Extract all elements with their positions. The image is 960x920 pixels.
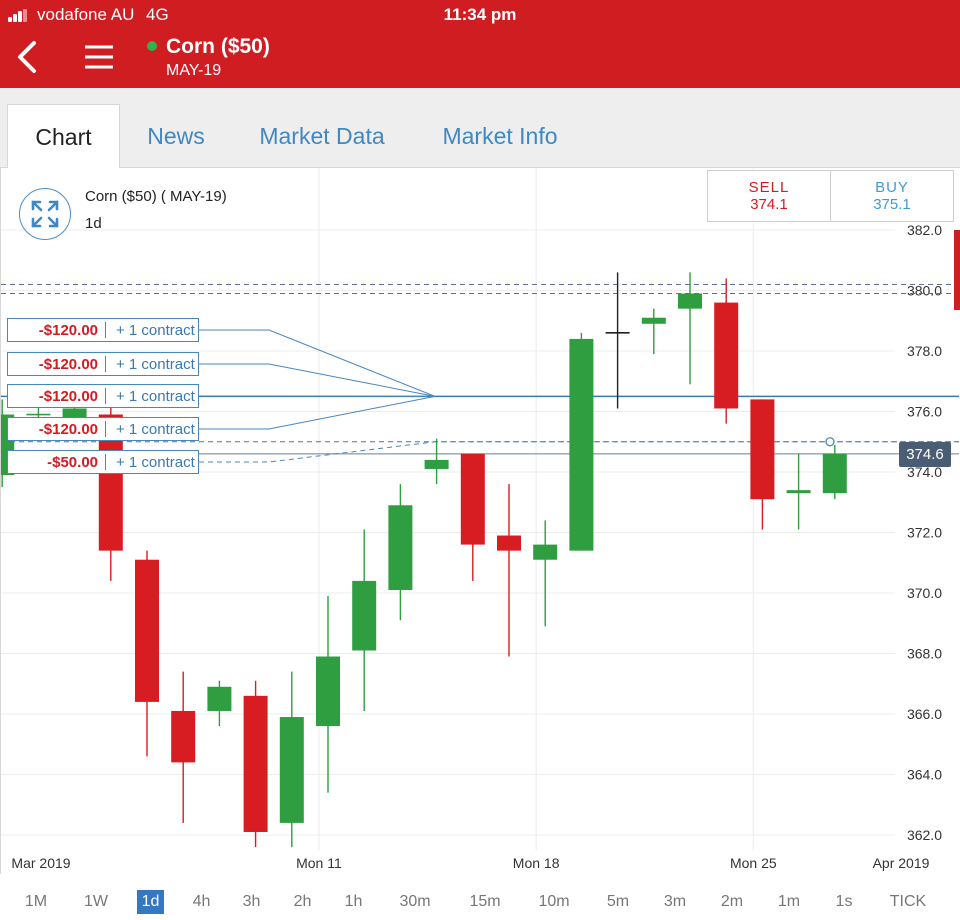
x-tick-label: Mon 11 xyxy=(296,855,342,871)
buy-price: 375.1 xyxy=(873,196,911,213)
period-10m[interactable]: 10m xyxy=(535,890,573,914)
tab-bar: Chart News Market Data Market Info xyxy=(0,88,960,168)
period-15m[interactable]: 15m xyxy=(466,890,504,914)
status-bar: vodafone AU 4G 11:34 pm xyxy=(0,0,960,30)
candle-body xyxy=(135,559,159,702)
candle-body xyxy=(388,505,413,590)
order-connector xyxy=(199,363,436,397)
order-pl: -$120.00 xyxy=(38,356,98,373)
sell-button[interactable]: SELL 374.1 xyxy=(708,171,831,221)
period-3h[interactable]: 3h xyxy=(238,890,265,914)
candle-body xyxy=(460,453,485,545)
period-selector: 1M 1W 1d 4h 3h 2h 1h 30m 15m 10m 5m 3m 2… xyxy=(0,880,960,920)
buy-button[interactable]: BUY 375.1 xyxy=(831,171,953,221)
order-qty: + 1 contract xyxy=(116,356,195,373)
order-tag[interactable]: -$120.00 + 1 contract xyxy=(7,352,199,376)
expand-arrows-icon xyxy=(31,200,59,228)
back-button[interactable] xyxy=(12,38,46,76)
y-tick-label: 378.0 xyxy=(907,343,942,359)
candle-body xyxy=(424,459,449,469)
candle-body xyxy=(786,490,811,494)
instrument-expiry: MAY-19 xyxy=(166,62,222,79)
live-status-dot xyxy=(147,41,157,51)
instrument-title: Corn ($50) xyxy=(166,35,270,58)
sell-label: SELL xyxy=(748,179,790,196)
period-1m[interactable]: 1m xyxy=(774,890,804,914)
tab-market-data[interactable]: Market Data xyxy=(242,104,402,168)
side-panel-handle[interactable] xyxy=(954,230,960,310)
chart-panel[interactable]: 382.0 380.0 378.0 376.0 374.0 372.0 370.0 368.0… xyxy=(0,168,960,874)
period-4h[interactable]: 4h xyxy=(188,890,215,914)
order-tag[interactable]: -$120.00 + 1 contract xyxy=(7,384,199,408)
tab-news[interactable]: News xyxy=(128,104,224,168)
x-tick-label: Mon 18 xyxy=(513,855,560,871)
order-handle xyxy=(825,437,835,447)
buy-label: BUY xyxy=(875,179,909,196)
candle-body xyxy=(641,317,666,324)
order-tag[interactable]: -$50.00 + 1 contract xyxy=(7,450,199,474)
period-1m-month[interactable]: 1M xyxy=(20,890,52,914)
y-tick-label: 364.0 xyxy=(907,767,942,783)
y-tick-label: 366.0 xyxy=(907,706,942,722)
price-chart[interactable]: 382.0380.0378.0376.0374.0372.0370.0368.0… xyxy=(1,168,959,874)
order-qty: + 1 contract xyxy=(116,454,195,471)
candle-body xyxy=(822,453,847,494)
order-tag[interactable]: -$120.00 + 1 contract xyxy=(7,318,199,342)
candle-body xyxy=(533,544,558,560)
period-1s[interactable]: 1s xyxy=(830,890,858,914)
order-qty: + 1 contract xyxy=(116,421,195,438)
sell-price: 374.1 xyxy=(750,196,788,213)
tab-market-info[interactable]: Market Info xyxy=(424,104,576,168)
period-1h[interactable]: 1h xyxy=(340,890,367,914)
order-pl: -$120.00 xyxy=(38,322,98,339)
x-tick-label: Mon 25 xyxy=(730,855,777,871)
candle-body xyxy=(171,710,196,763)
candle-body xyxy=(279,717,304,823)
order-connector xyxy=(199,395,436,430)
current-price-tag: 374.6 xyxy=(899,442,951,467)
order-connector xyxy=(199,329,436,397)
y-tick-label: 382.0 xyxy=(907,222,942,238)
period-2m[interactable]: 2m xyxy=(717,890,747,914)
quote-panel: SELL 374.1 BUY 375.1 xyxy=(707,170,954,222)
y-tick-label: 362.0 xyxy=(907,827,942,843)
period-2h[interactable]: 2h xyxy=(289,890,316,914)
order-pl: -$120.00 xyxy=(38,421,98,438)
candle-body xyxy=(569,338,594,551)
order-qty: + 1 contract xyxy=(116,388,195,405)
candle-body xyxy=(316,656,340,727)
y-tick-label: 368.0 xyxy=(907,646,942,662)
chart-title: Corn ($50) ( MAY-19) xyxy=(85,188,227,205)
period-1d[interactable]: 1d xyxy=(137,890,164,914)
candle-body xyxy=(497,535,521,551)
period-30m[interactable]: 30m xyxy=(396,890,434,914)
period-5m[interactable]: 5m xyxy=(603,890,633,914)
candle-body xyxy=(714,302,739,409)
order-qty: + 1 contract xyxy=(116,322,195,339)
order-tag[interactable]: -$120.00 + 1 contract xyxy=(7,417,199,441)
period-tick[interactable]: TICK xyxy=(885,890,931,914)
order-pl: -$50.00 xyxy=(47,454,98,471)
clock: 11:34 pm xyxy=(443,5,517,24)
expand-chart-button[interactable] xyxy=(19,188,71,240)
candle-body xyxy=(750,399,775,500)
y-tick-label: 370.0 xyxy=(907,585,942,601)
candle-body xyxy=(352,580,377,651)
tab-chart[interactable]: Chart xyxy=(7,104,120,168)
candle-body xyxy=(678,293,702,309)
y-tick-label: 372.0 xyxy=(907,525,942,541)
hamburger-menu-icon xyxy=(85,45,113,69)
chart-interval: 1d xyxy=(85,215,102,232)
y-tick-label: 376.0 xyxy=(907,404,942,420)
order-pl: -$120.00 xyxy=(38,388,98,405)
x-tick-label: Mar 2019 xyxy=(11,855,70,871)
menu-button[interactable] xyxy=(82,40,116,74)
candle-body xyxy=(207,686,232,711)
chevron-left-icon xyxy=(18,41,36,73)
period-1w[interactable]: 1W xyxy=(80,890,112,914)
period-3m[interactable]: 3m xyxy=(660,890,690,914)
app-header: vodafone AU 4G 11:34 pm Corn ($50) MAY-1… xyxy=(0,0,960,88)
x-tick-label: Apr 2019 xyxy=(873,855,930,871)
candle-body xyxy=(243,695,268,832)
